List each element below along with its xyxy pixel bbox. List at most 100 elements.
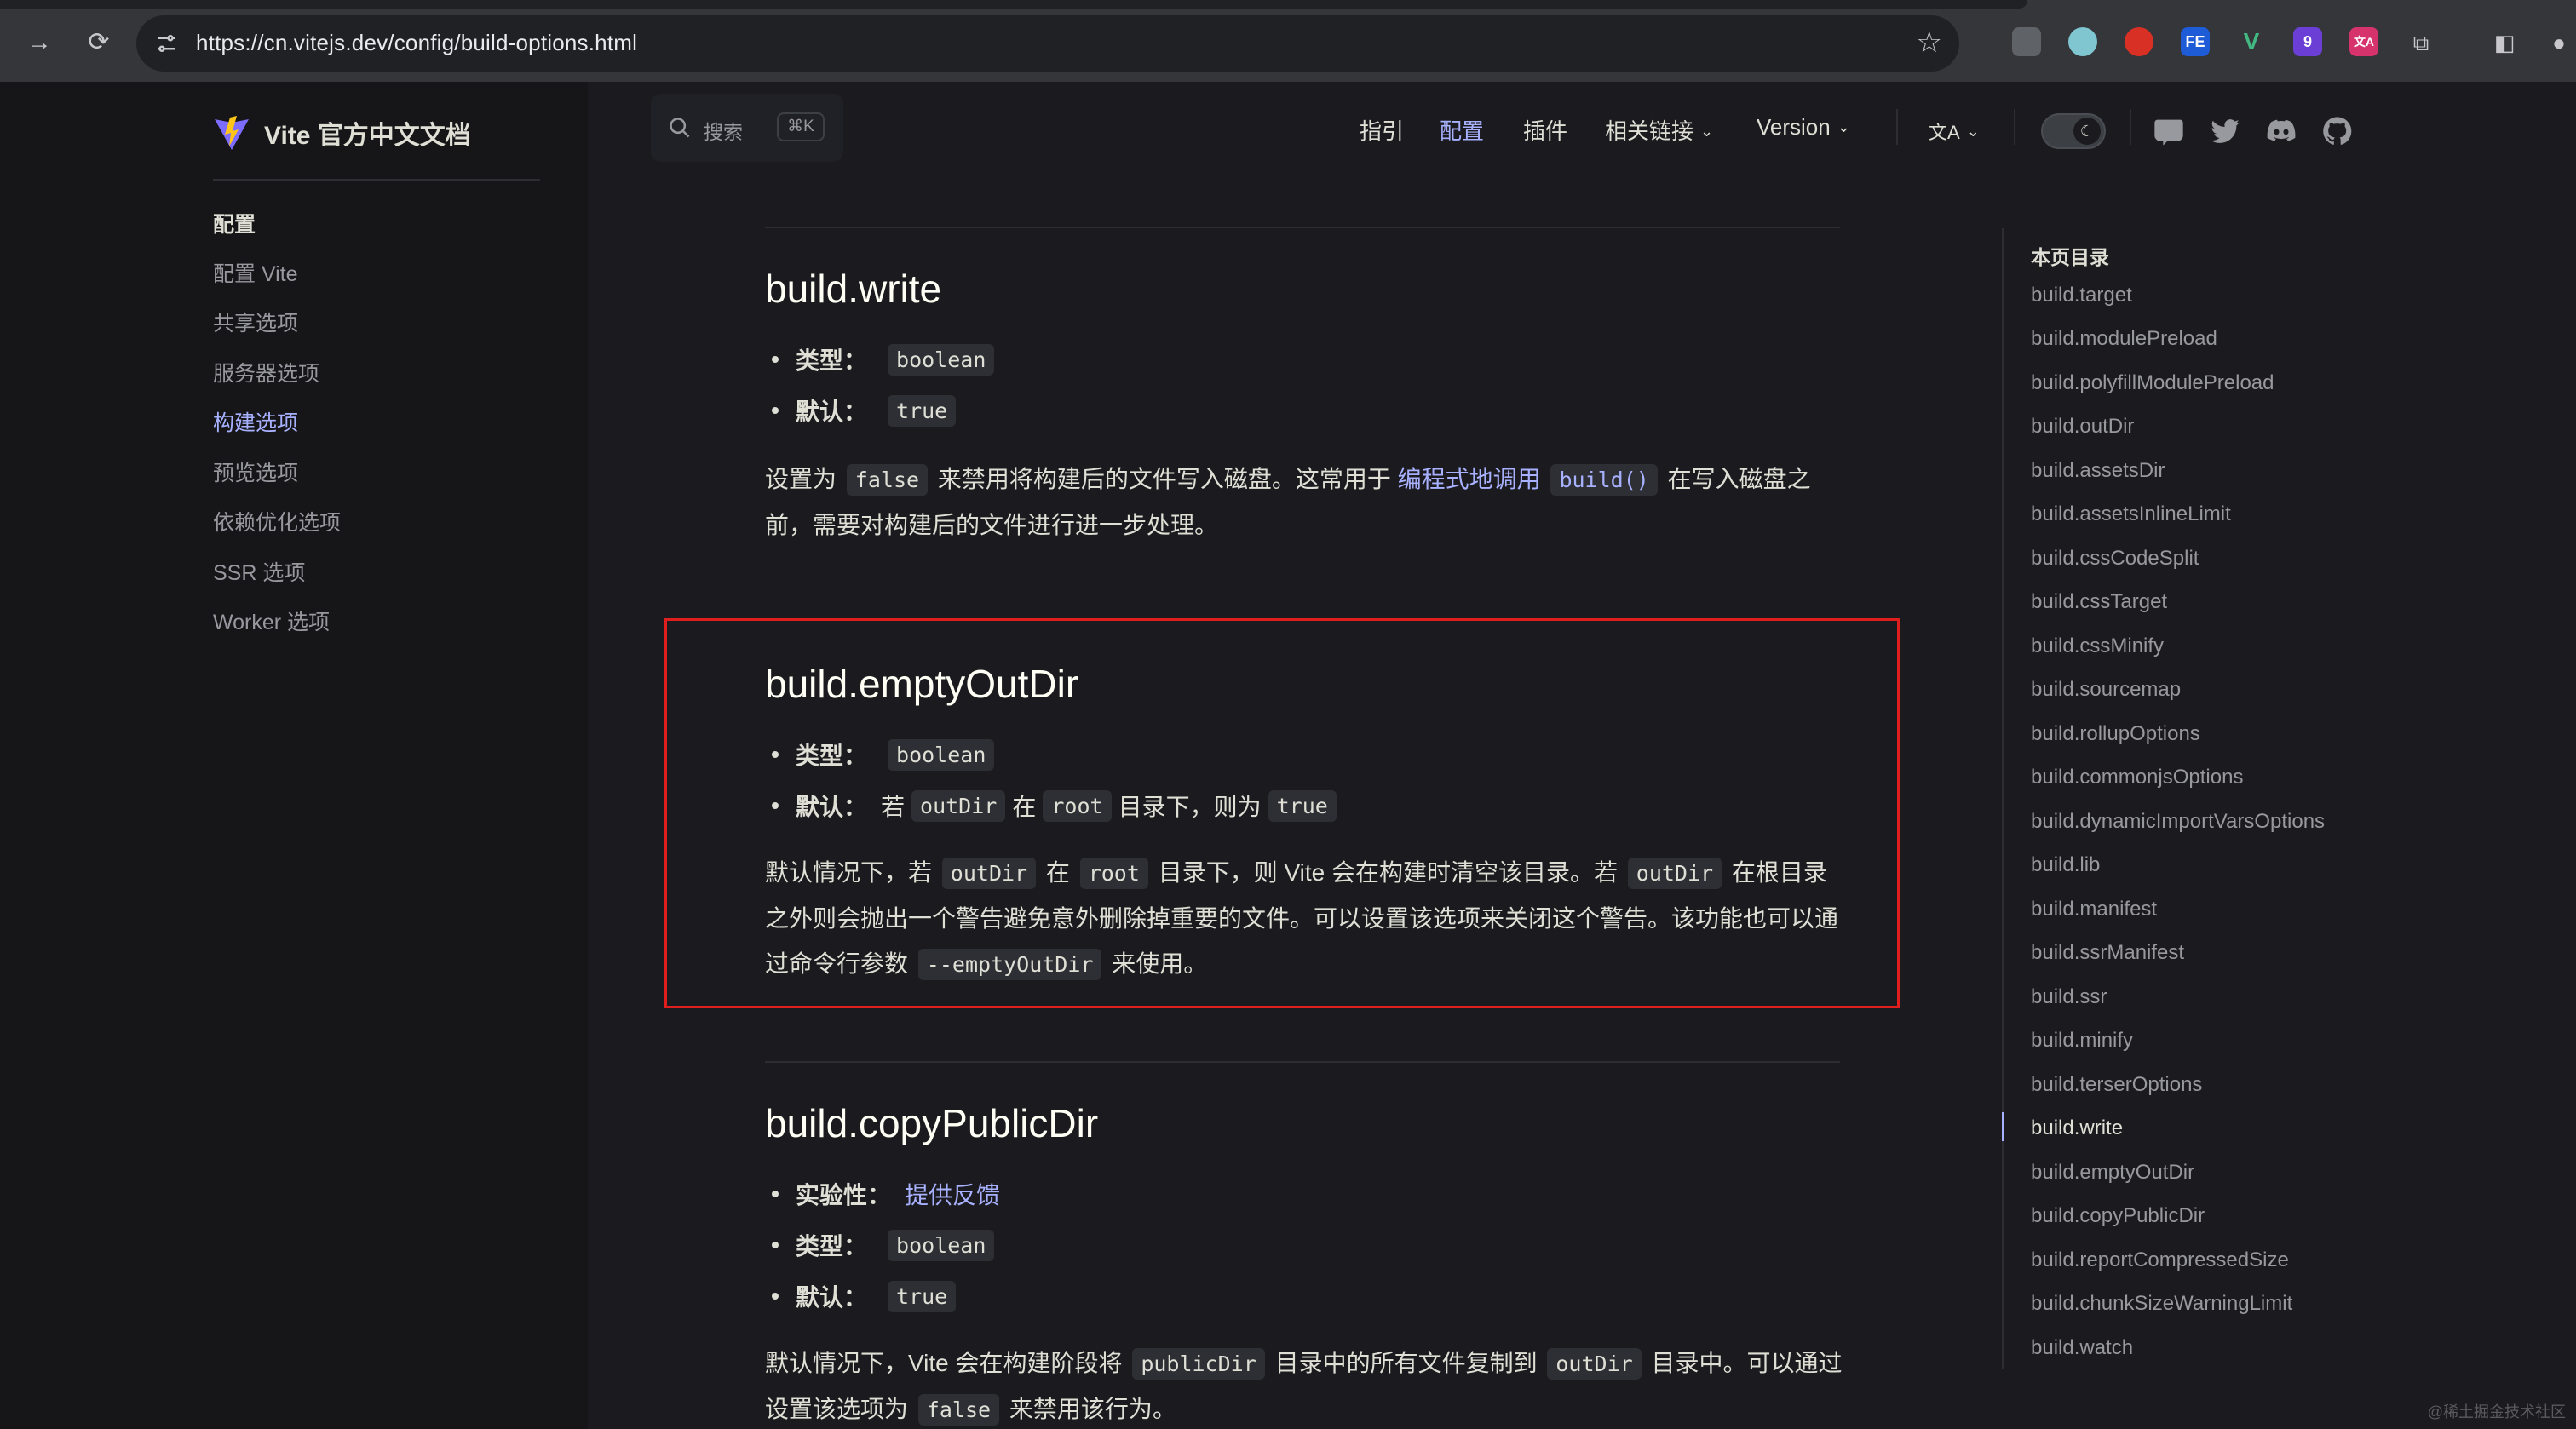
toc-item[interactable]: build.ssr <box>2031 985 2107 1009</box>
site-logo-link[interactable]: Vite 官方中文文档 <box>213 114 471 152</box>
toc-rail <box>2002 228 2004 1369</box>
nav-divider <box>2130 109 2131 145</box>
browser-toolbar: → ⟳ https://cn.vitejs.dev/config/build-o… <box>0 0 2576 82</box>
toc-item[interactable]: build.emptyOutDir <box>2031 1161 2194 1185</box>
sidebar-item-ssr-options[interactable]: SSR 选项 <box>213 556 305 587</box>
toc-item[interactable]: build.commonjsOptions <box>2031 766 2243 789</box>
chevron-down-icon: ⌄ <box>1837 118 1850 135</box>
forward-icon[interactable]: → <box>22 26 56 60</box>
discord-icon[interactable] <box>2264 114 2298 148</box>
toc-item[interactable]: build.ssrManifest <box>2031 941 2184 965</box>
heading-build-copypublicdir: build.copyPublicDir <box>765 1101 1099 1145</box>
sidebar-item-shared-options[interactable]: 共享选项 <box>213 307 298 337</box>
toc-item[interactable]: build.terserOptions <box>2031 1073 2202 1097</box>
inline-code: outDir <box>1627 858 1722 889</box>
nav-guide[interactable]: 指引 <box>1360 114 1404 146</box>
toc-item[interactable]: build.lib <box>2031 853 2100 877</box>
nav-plugins[interactable]: 插件 <box>1523 114 1567 146</box>
type-label: 类型： <box>796 347 868 374</box>
heading-build-emptyoutdir: build.emptyOutDir <box>765 662 1079 706</box>
inline-code: false <box>917 1394 1000 1426</box>
search-icon <box>670 118 690 138</box>
paragraph-copypublicdir: 默认情况下，Vite 会在构建阶段将 publicDir 目录中的所有文件复制到… <box>765 1340 1847 1429</box>
vue-devtools-icon[interactable]: V <box>2237 27 2266 56</box>
sidebar-item-dep-optimization[interactable]: 依赖优化选项 <box>213 506 341 537</box>
nav-version[interactable]: Version ⌄ <box>1757 114 1850 141</box>
toc-item[interactable]: build.reportCompressedSize <box>2031 1248 2289 1272</box>
toc-item[interactable]: build.target <box>2031 284 2132 307</box>
chevron-down-icon: ⌄ <box>1700 123 1714 140</box>
search-button[interactable]: 搜索 ⌘K <box>651 94 843 162</box>
list-item-default: 默认： true <box>772 1277 963 1315</box>
toc-item[interactable]: build.cssCodeSplit <box>2031 547 2199 571</box>
side-panel-icon[interactable]: ◧ <box>2487 26 2521 60</box>
inline-code: root <box>1043 789 1112 822</box>
site-settings-icon[interactable] <box>153 31 179 56</box>
nav-config[interactable]: 配置 <box>1440 114 1484 146</box>
search-shortcut: ⌘K <box>777 112 825 141</box>
nav-related-links[interactable]: 相关链接 ⌄ <box>1605 114 1713 146</box>
link-programmatic-build[interactable]: 编程式地调用 <box>1398 466 1541 492</box>
toc-item[interactable]: build.cssTarget <box>2031 590 2167 614</box>
list-item-type: 类型： boolean <box>772 736 1001 773</box>
reader-icon[interactable] <box>2012 27 2041 56</box>
inline-code-link[interactable]: build() <box>1550 464 1658 496</box>
toc-item[interactable]: build.sourcemap <box>2031 678 2181 702</box>
twitter-icon[interactable] <box>2208 114 2242 148</box>
text: 来禁用该行为。 <box>1009 1396 1176 1422</box>
nav-divider <box>2014 109 2015 145</box>
watermark: @稀土掘金技术社区 <box>2427 1403 2566 1420</box>
toc-active-marker <box>2002 1112 2004 1141</box>
search-label: 搜索 <box>704 121 743 143</box>
feedback-link[interactable]: 提供反馈 <box>905 1177 1000 1211</box>
inline-code: outDir <box>1547 1348 1642 1380</box>
sidebar-item-config-vite[interactable]: 配置 Vite <box>213 257 298 288</box>
text: 目录下，则为 <box>1118 794 1262 820</box>
fe-ext-icon[interactable]: FE <box>2181 27 2210 56</box>
toc-item[interactable]: build.watch <box>2031 1336 2133 1360</box>
toc-item[interactable]: build.manifest <box>2031 898 2157 921</box>
toc-item[interactable]: build.modulePreload <box>2031 327 2217 351</box>
sidebar-divider <box>213 179 540 181</box>
toc-item[interactable]: build.polyfillModulePreload <box>2031 371 2274 395</box>
address-bar[interactable]: https://cn.vitejs.dev/config/build-optio… <box>136 15 1959 72</box>
profile-avatar-icon[interactable]: ● <box>2542 26 2576 60</box>
bullet <box>772 1242 779 1248</box>
toc-item[interactable]: build.cssMinify <box>2031 634 2164 658</box>
reload-icon[interactable]: ⟳ <box>82 26 116 60</box>
red-ext-icon[interactable] <box>2125 27 2153 56</box>
language-switcher[interactable]: 文A ⌄ <box>1929 118 1980 145</box>
toc-item[interactable]: build.assetsInlineLimit <box>2031 502 2231 526</box>
list-item-default: 默认： 若 outDir 在 root 目录下，则为 true <box>772 787 1343 824</box>
toc-item-active[interactable]: build.write <box>2031 1116 2123 1140</box>
bookmark-star-icon[interactable]: ☆ <box>1917 26 1942 60</box>
puzzle-icon[interactable]: ⧉ <box>2404 26 2438 60</box>
dark-mode-toggle[interactable]: ☾ <box>2041 113 2106 149</box>
toc-title: 本页目录 <box>2031 246 2109 268</box>
inline-code: publicDir <box>1132 1348 1265 1380</box>
text: 若 <box>881 794 906 820</box>
mastodon-icon[interactable] <box>2152 114 2186 148</box>
toc-item[interactable]: build.dynamicImportVarsOptions <box>2031 810 2325 834</box>
translate-ext-icon[interactable]: 文A <box>2349 27 2378 56</box>
circle-ext-icon[interactable] <box>2068 27 2097 56</box>
default-label: 默认： <box>796 399 868 425</box>
inline-code: false <box>846 464 929 496</box>
inline-code: outDir <box>911 789 1006 822</box>
toc-item[interactable]: build.copyPublicDir <box>2031 1204 2205 1228</box>
toc-item[interactable]: build.chunkSizeWarningLimit <box>2031 1292 2292 1316</box>
hex-ext-icon[interactable]: 9 <box>2293 27 2322 56</box>
sidebar-item-worker-options[interactable]: Worker 选项 <box>213 605 330 636</box>
type-value: boolean <box>888 738 995 771</box>
url-text[interactable]: https://cn.vitejs.dev/config/build-optio… <box>196 30 637 56</box>
nav-version-label: Version <box>1757 114 1831 140</box>
github-icon[interactable] <box>2320 114 2355 148</box>
section-divider <box>765 227 1840 228</box>
sidebar-item-server-options[interactable]: 服务器选项 <box>213 357 319 387</box>
toc-item[interactable]: build.minify <box>2031 1029 2133 1053</box>
toc-item[interactable]: build.outDir <box>2031 415 2134 439</box>
toc-item[interactable]: build.rollupOptions <box>2031 722 2200 746</box>
sidebar-item-build-options[interactable]: 构建选项 <box>213 406 298 437</box>
toc-item[interactable]: build.assetsDir <box>2031 459 2165 483</box>
sidebar-item-preview-options[interactable]: 预览选项 <box>213 456 298 487</box>
